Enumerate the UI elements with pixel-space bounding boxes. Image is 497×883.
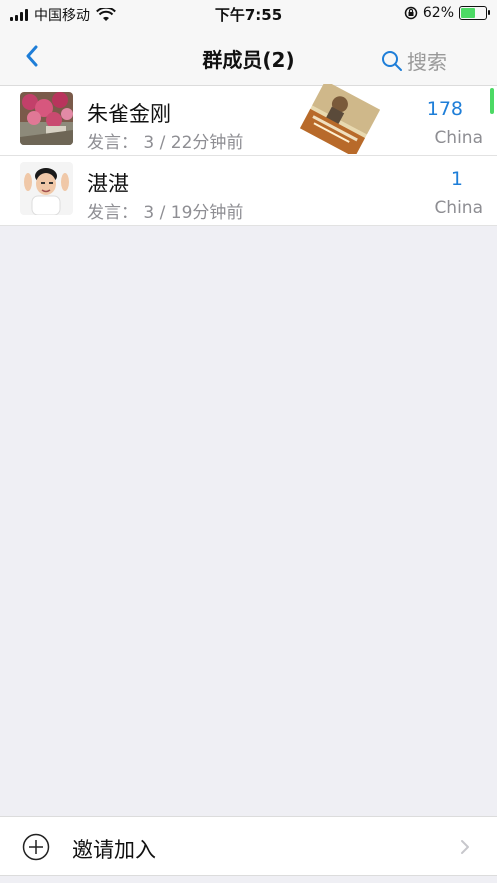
search-label: 搜索: [407, 50, 447, 74]
member-row[interactable]: 朱雀金刚 发言： 3 / 22分钟前 178 China: [0, 84, 497, 156]
member-count: 1: [450, 168, 463, 190]
member-count: 178: [426, 98, 463, 120]
member-country: China: [434, 198, 483, 218]
member-name: 朱雀金刚: [87, 102, 171, 126]
rotation-lock-icon: [404, 6, 418, 20]
chevron-right-icon: [461, 840, 469, 854]
battery-fill: [461, 8, 476, 18]
member-row[interactable]: 湛湛 发言： 3 / 19分钟前 1 China: [0, 156, 497, 226]
invite-label: 邀请加入: [72, 838, 156, 862]
status-right: 62%: [404, 5, 490, 21]
battery-charging-icon: [459, 6, 490, 20]
battery-percent: 62%: [422, 5, 454, 21]
status-bar: 中国移动 下午7:55 62%: [0, 0, 497, 28]
member-country: China: [434, 128, 483, 148]
member-list: 朱雀金刚 发言： 3 / 22分钟前 178 China 湛湛 发言： 3 / …: [0, 84, 497, 226]
avatar[interactable]: [20, 92, 73, 145]
nav-bar: 群成员(2) 搜索: [0, 28, 497, 86]
plus-circle-icon: [22, 833, 50, 861]
avatar[interactable]: [20, 162, 73, 215]
member-name: 湛湛: [87, 172, 129, 196]
search-icon: [382, 50, 402, 71]
book-sticker: [299, 84, 381, 154]
member-activity: 发言： 3 / 19分钟前: [87, 203, 244, 223]
member-activity: 发言： 3 / 22分钟前: [87, 133, 244, 153]
search-button[interactable]: 搜索: [381, 46, 447, 75]
invite-button[interactable]: 邀请加入: [0, 816, 497, 876]
scroll-indicator: [490, 88, 494, 114]
